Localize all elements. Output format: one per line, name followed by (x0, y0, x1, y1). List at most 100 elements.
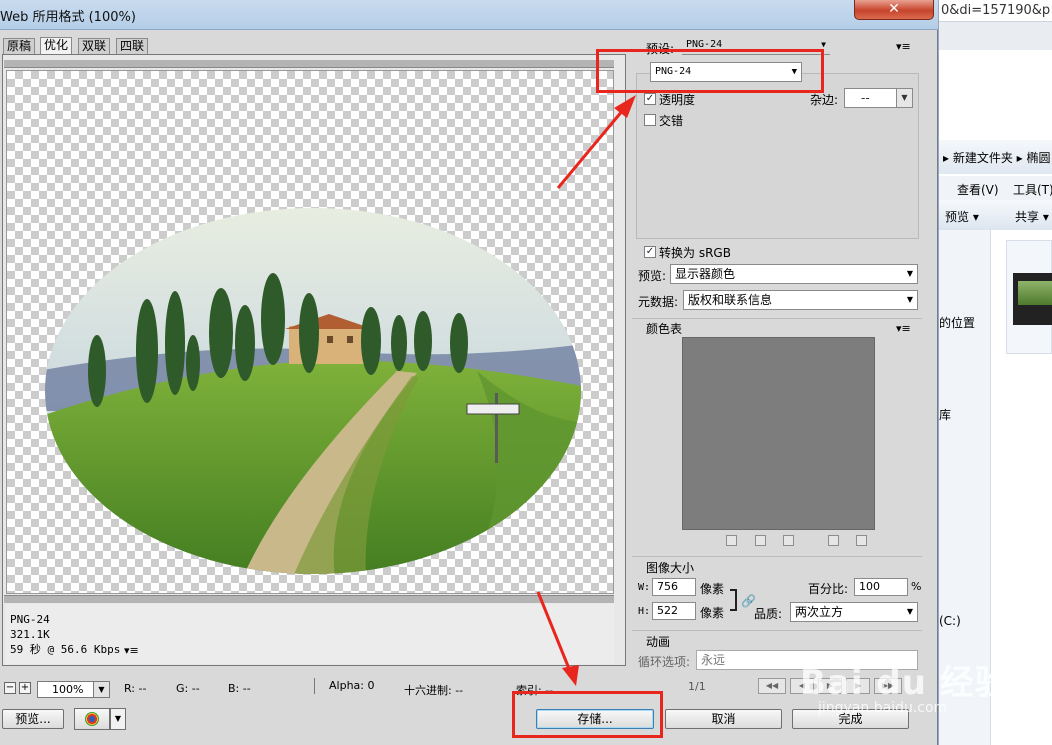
background-blank-area (939, 50, 1052, 108)
tab-original[interactable]: 原稿 (3, 38, 36, 54)
color-table-label: 颜色表 (646, 322, 683, 336)
matte-select[interactable]: -- ▼ (844, 88, 913, 108)
preview-top-strip (4, 60, 614, 68)
close-button[interactable]: ✕ (854, 0, 934, 20)
preview-mode-value: 显示器颜色 (675, 267, 736, 281)
zoom-out-button[interactable]: − (4, 682, 16, 694)
baidu-watermark-url: jingyan.baidu.com (818, 700, 948, 716)
red-readout: R: -- (124, 682, 147, 695)
width-unit: 像素 (700, 582, 725, 596)
tab-optimized[interactable]: 优化 (40, 37, 73, 54)
chevron-down-icon: ▼ (906, 295, 913, 304)
background-share-button[interactable]: 共享 ▾ (1015, 208, 1049, 225)
tab-4-up[interactable]: 四联 (116, 38, 149, 54)
annotation-highlight-save (512, 691, 663, 738)
tab-2-up[interactable]: 双联 (78, 38, 111, 54)
info-file-size: 321.1K (10, 628, 50, 641)
background-nav-library[interactable]: 库 (939, 406, 951, 423)
background-menu-bar: 查看(V) 工具(T) (939, 176, 1052, 200)
preview-mode-label: 预览: (638, 269, 667, 283)
background-file-thumbnail[interactable] (1006, 240, 1052, 354)
height-label: H: (638, 606, 651, 617)
frame-counter: 1/1 (688, 680, 706, 693)
animation-label: 动画 (646, 635, 671, 649)
convert-srgb-checkbox[interactable]: ✓ (644, 246, 656, 258)
alpha-readout: Alpha: 0 (314, 678, 374, 694)
chevron-down-icon: ▼ (906, 269, 913, 278)
background-nav-drive[interactable]: (C:) (939, 614, 961, 628)
matte-label: 杂边: (810, 93, 839, 107)
chevron-down-icon: ▼ (896, 89, 912, 107)
quality-value: 两次立方 (795, 605, 844, 619)
zoom-in-button[interactable]: + (19, 682, 31, 694)
color-table[interactable] (682, 337, 875, 530)
constrain-bracket (730, 589, 737, 611)
browser-dropdown-button[interactable]: ▼ (110, 708, 126, 730)
preview-in-browser-button[interactable]: 预览... (2, 709, 64, 729)
height-unit: 像素 (700, 606, 725, 620)
annotation-highlight-format (596, 49, 824, 93)
settings-menu-icon[interactable]: ▾≡ (896, 40, 911, 53)
width-input[interactable]: 756 (652, 578, 696, 596)
info-menu-icon[interactable]: ▾≡ (124, 644, 139, 657)
oval-landscape-image (45, 208, 581, 574)
transparency-checkbox[interactable]: ✓ (644, 93, 656, 105)
percent-unit: % (911, 580, 922, 593)
zoom-level-value: 100% (52, 683, 84, 696)
blue-readout: B: -- (228, 682, 251, 695)
matte-value: -- (861, 91, 870, 105)
preview-bottom-strip (4, 595, 614, 603)
cancel-button[interactable]: 取消 (665, 709, 782, 729)
width-label: W: (638, 582, 651, 593)
background-explorer-window: 0&di=157190&p ▸ 新建文件夹 ▸ 椭圆 查看(V) 工具(T) 预… (938, 0, 1052, 745)
first-frame-button[interactable]: ◀◀ (758, 678, 786, 694)
map-color-icon[interactable] (726, 535, 737, 546)
background-command-bar: 预览 ▾ 共享 ▾ (939, 200, 1052, 230)
interlaced-checkbox[interactable] (644, 114, 656, 126)
image-size-label: 图像大小 (646, 561, 695, 575)
metadata-value: 版权和联系信息 (688, 293, 773, 307)
chevron-down-icon: ▼ (93, 682, 109, 697)
percent-label: 百分比: (808, 582, 849, 596)
background-breadcrumb[interactable]: ▸ 新建文件夹 ▸ 椭圆 (939, 140, 1052, 174)
image-preview-canvas[interactable] (6, 70, 614, 594)
percent-input[interactable]: 100 (854, 578, 908, 596)
background-address-bar[interactable]: 0&di=157190&p (939, 0, 1052, 22)
baidu-watermark: Bai du 经验 (800, 663, 1010, 703)
info-format: PNG-24 (10, 613, 50, 626)
web-snap-icon[interactable] (755, 535, 766, 546)
zoom-level-select[interactable]: 100% ▼ (37, 681, 110, 698)
animation-divider (632, 630, 922, 644)
metadata-label: 元数据: (638, 295, 679, 309)
metadata-select[interactable]: 版权和联系信息 ▼ (683, 290, 918, 310)
quality-select[interactable]: 两次立方 ▼ (790, 602, 918, 622)
interlaced-label: 交错 (659, 114, 684, 128)
browser-icon (85, 712, 99, 726)
chevron-down-icon: ▼ (906, 607, 913, 616)
height-input[interactable]: 522 (652, 602, 696, 620)
background-menu-view[interactable]: 查看(V) (957, 181, 999, 198)
quality-label: 品质: (754, 607, 783, 621)
loop-value: 永远 (701, 653, 726, 667)
trash-icon[interactable] (856, 535, 867, 546)
background-menu-tools[interactable]: 工具(T) (1013, 181, 1052, 198)
transparency-label: 透明度 (659, 93, 696, 107)
background-nav-location[interactable]: 的位置 (939, 314, 975, 331)
convert-srgb-label: 转换为 sRGB (659, 246, 731, 260)
browser-select-button[interactable] (74, 708, 110, 730)
preview-mode-select[interactable]: 显示器颜色 ▼ (670, 264, 918, 284)
green-readout: G: -- (176, 682, 200, 695)
dialog-title: Web 所用格式 (100%) (0, 10, 136, 25)
optimization-info-panel: PNG-24 321.1K 59 秒 @ 56.6 Kbps (6, 604, 614, 664)
loop-label: 循环选项: (638, 655, 691, 669)
new-color-icon[interactable] (828, 535, 839, 546)
lock-icon[interactable] (783, 535, 794, 546)
save-for-web-dialog: Web 所用格式 (100%) ✕ 原稿 优化 双联 四联 PNG-24 321… (0, 0, 938, 745)
info-download-time: 59 秒 @ 56.6 Kbps (10, 643, 121, 656)
background-toolbar-strip (939, 22, 1052, 50)
hex-readout: 十六进制: -- (404, 684, 464, 697)
color-table-menu-icon[interactable]: ▾≡ (896, 322, 911, 335)
thumbnail-image (1013, 273, 1052, 325)
background-preview-button[interactable]: 预览 ▾ (945, 208, 979, 225)
dialog-titlebar[interactable]: Web 所用格式 (100%) (0, 0, 938, 30)
